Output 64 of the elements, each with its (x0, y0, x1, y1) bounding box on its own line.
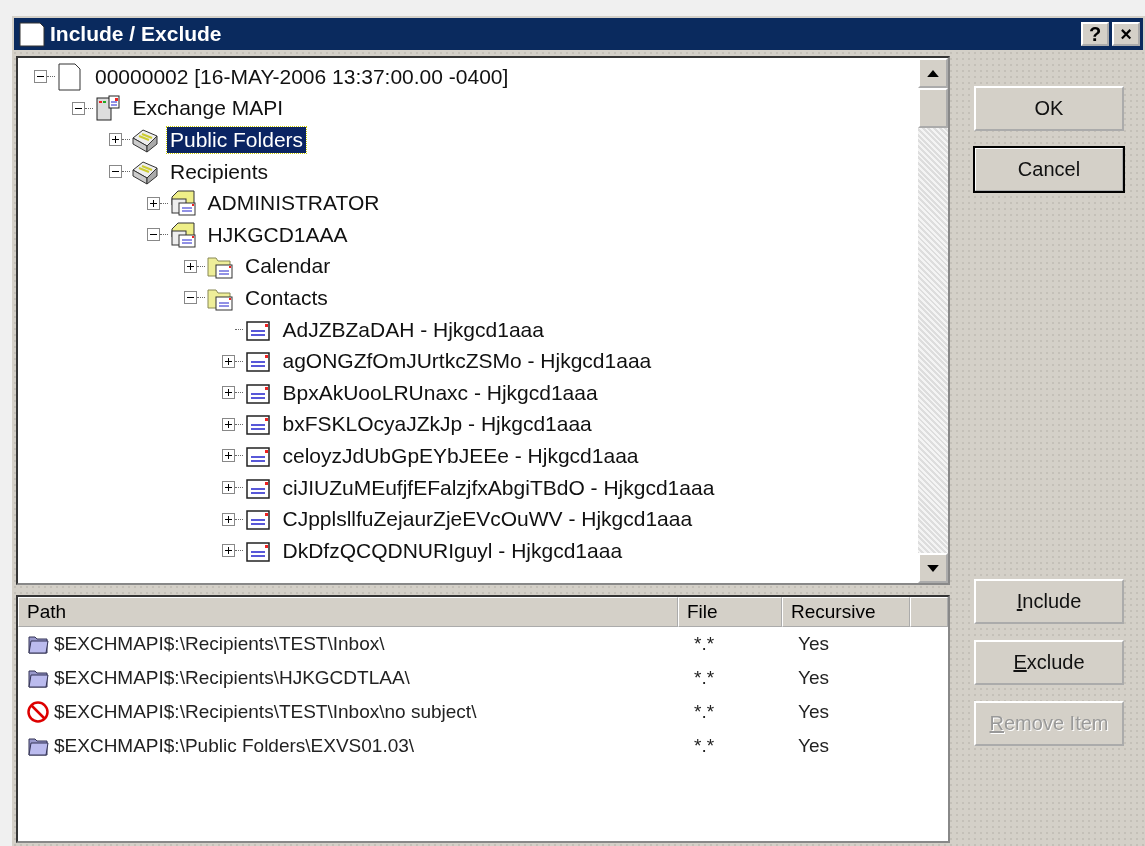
table-cell-text: Yes (797, 667, 830, 689)
expand-icon[interactable] (184, 259, 197, 273)
close-button[interactable]: × (1112, 22, 1140, 46)
tree-item[interactable]: 00000002 [16-MAY-2006 13:37:00.00 -0400] (92, 63, 512, 90)
table-cell-text: *.* (693, 735, 716, 757)
tree-item[interactable]: Contacts (242, 284, 331, 311)
tree-item[interactable]: CJpplsllfuZejaurZjeEVcOuWV - Hjkgcd1aaa (279, 506, 696, 533)
tree-item[interactable]: Public Folders (167, 127, 307, 153)
expand-icon[interactable] (221, 544, 235, 558)
up-arrow-icon[interactable] (927, 69, 939, 77)
collapse-icon[interactable] (109, 165, 122, 179)
cancel-button[interactable]: Cancel (974, 147, 1124, 192)
table-cell-text: Yes (797, 701, 830, 723)
window-icon (18, 20, 46, 48)
table-cell: $EXCHMAPI$:\Public Folders\EXVS01.03\ (54, 735, 415, 757)
expand-icon[interactable] (221, 354, 235, 368)
tree-item[interactable]: Recipients (167, 158, 272, 185)
collapse-icon[interactable] (34, 70, 47, 84)
table-cell: $EXCHMAPI$:\Recipients\TEST\Inbox\ (54, 633, 385, 655)
box-icon (131, 126, 159, 154)
table-cell-text: *.* (693, 633, 716, 655)
table-cell: $EXCHMAPI$:\Recipients\HJKGCDTLAA\ (54, 667, 410, 689)
expand-icon[interactable] (221, 512, 235, 526)
column-header[interactable]: Recursive (782, 597, 910, 627)
tree-item[interactable]: ciJIUZuMEufjfEFalzjfxAbgiTBdO - Hjkgcd1aaa (279, 474, 718, 501)
tree-item[interactable]: Exchange MAPI (129, 95, 287, 122)
expand-icon[interactable] (109, 133, 122, 147)
prohibited-icon (26, 700, 50, 724)
table-cell-text: Yes (797, 633, 830, 655)
expand-icon[interactable] (221, 449, 235, 463)
ok-button[interactable]: OK (974, 86, 1124, 131)
tree-item[interactable]: ADMINISTRATOR (204, 190, 383, 217)
tree-item[interactable]: AdJZBZaDAH - Hjkgcd1aaa (279, 316, 547, 343)
table-cell-text: *.* (693, 667, 716, 689)
tree-item[interactable]: agONGZfOmJUrtkcZSMo - Hjkgcd1aaa (279, 348, 655, 375)
tree-item[interactable]: Calendar (242, 253, 334, 280)
column-header[interactable]: File (678, 597, 782, 627)
window-title: Include / Exclude (50, 22, 223, 46)
column-header[interactable]: Path (18, 597, 678, 627)
help-button[interactable]: ? (1081, 22, 1109, 46)
table-cell-text: *.* (693, 701, 716, 723)
scrollbar-thumb[interactable] (918, 88, 948, 128)
expand-icon[interactable] (146, 196, 160, 210)
include-button[interactable]: Include (974, 579, 1124, 624)
expand-icon[interactable] (221, 481, 235, 494)
tree-item[interactable]: celoyzJdUbGpEYbJEEe - Hjkgcd1aaa (279, 442, 642, 469)
collapse-icon[interactable] (71, 101, 85, 115)
mailbox-icon (168, 220, 197, 249)
mailbox-icon (168, 189, 197, 218)
tree-item[interactable]: BpxAkUooLRUnaxc - Hjkgcd1aaa (279, 379, 601, 406)
table-cell-text: Yes (797, 735, 830, 757)
down-arrow-icon[interactable] (927, 564, 939, 572)
expand-icon[interactable] (221, 386, 235, 400)
document-icon (56, 62, 84, 91)
table-cell: $EXCHMAPI$:\Recipients\TEST\Inbox\no subject\ (54, 701, 477, 723)
collapse-icon[interactable] (146, 228, 160, 242)
tree-item[interactable]: bxFSKLOcyaJZkJp - Hjkgcd1aaa (279, 411, 595, 438)
tree-item[interactable]: HJKGCD1AAA (204, 221, 351, 248)
exclude-button[interactable]: Exclude (974, 640, 1124, 685)
tree-item[interactable]: DkDfzQCQDNURIguyl - Hjkgcd1aaa (279, 537, 626, 564)
collapse-icon[interactable] (184, 291, 197, 305)
server-icon (93, 94, 122, 123)
expand-icon[interactable] (221, 417, 235, 431)
scrollbar[interactable] (918, 58, 948, 583)
